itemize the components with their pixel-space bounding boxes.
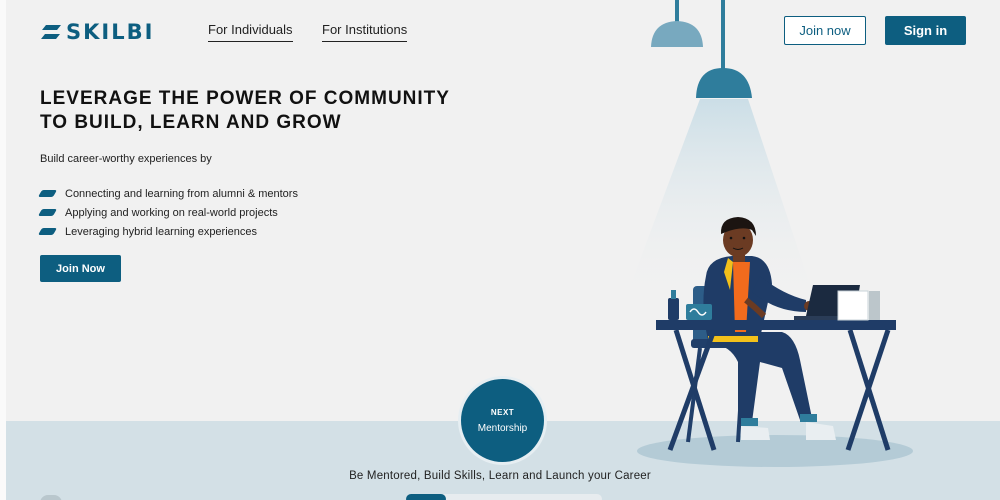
sign-in-button[interactable]: Sign in [885,16,966,45]
subheadline: Build career-worthy experiences by [40,153,212,165]
list-item-text: Applying and working on real-world proje… [65,206,278,219]
list-item: Leveraging hybrid learning experiences [37,222,298,241]
person-jacket [703,256,772,340]
lamp-cord-main [721,0,725,70]
desk-top [656,320,896,330]
lamp-shade-main [696,68,752,98]
person-arm [752,276,806,312]
bottle-cap [671,290,676,299]
page-edge [0,0,6,500]
headline-line-2: TO BUILD, LEARN AND GROW [40,112,342,133]
headline-line-1: LEVERAGE THE POWER OF COMMUNITY [40,88,450,109]
nav-for-individuals[interactable]: For Individuals [208,22,293,42]
laptop-screen [806,285,860,316]
partial-element [40,495,62,500]
hero-join-now-button[interactable]: Join Now [40,255,121,282]
feature-list: Connecting and learning from alumni & me… [37,184,298,241]
paper-stack [837,290,869,321]
mug-pattern [689,308,707,316]
lamp-cord-left [675,0,679,24]
person-eye [729,236,733,240]
skewed-dash-icon [37,190,58,197]
jacket-hem [708,336,758,342]
page-title: LEVERAGE THE POWER OF COMMUNITY TO BUILD… [40,87,480,135]
person-neck [733,250,745,262]
next-section-button[interactable]: NEXT Mentorship [461,379,544,462]
skewed-dash-icon [37,228,58,235]
carousel-thumb[interactable] [406,494,446,500]
bottle [668,298,679,320]
person-face [723,223,753,257]
join-now-button[interactable]: Join now [784,16,866,45]
light-cone [625,99,815,300]
person-legs [712,332,812,424]
lamp-shade-left [651,21,703,47]
chair-back [693,286,713,348]
person-eye [742,236,746,240]
logo[interactable]: SKILBI [40,20,154,44]
list-item-text: Leveraging hybrid learning experiences [65,225,258,238]
person-shirt [733,262,750,332]
skilbi-logo-icon [41,25,61,39]
skewed-dash-icon [37,209,58,216]
person-hair [720,217,756,236]
person-mouth [732,247,744,250]
jacket-trim [724,258,733,290]
next-label: NEXT [490,407,515,417]
next-title: Mentorship [477,422,528,434]
chair-seat [691,339,751,348]
laptop-base [794,316,864,320]
list-item: Applying and working on real-world proje… [37,203,298,222]
nav-for-institutions[interactable]: For Institutions [322,22,408,42]
mug [686,304,712,320]
list-item: Connecting and learning from alumni & me… [37,184,298,203]
book [869,291,880,320]
person-hand [804,301,814,311]
logo-text: SKILBI [66,20,155,44]
tagline: Be Mentored, Build Skills, Learn and Lau… [349,470,651,482]
person-hand-left [744,297,767,319]
list-item-text: Connecting and learning from alumni & me… [65,187,298,200]
